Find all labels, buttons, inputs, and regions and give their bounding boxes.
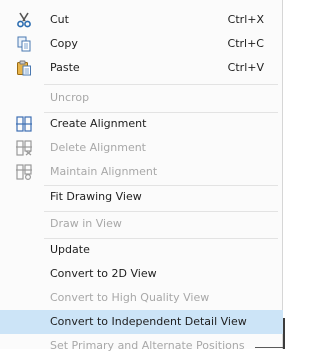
- menu-item-label: Convert to Independent Detail View: [50, 315, 247, 328]
- menu-item-label: Delete Alignment: [50, 141, 146, 154]
- menu-item-label: Fit Drawing View: [50, 190, 142, 203]
- maintain-alignment-icon: [16, 164, 32, 181]
- menu-item-label: Update: [50, 243, 90, 256]
- delete-alignment-icon: [16, 140, 32, 156]
- menu-item-set-primary-alternate[interactable]: Set Primary and Alternate Positions: [0, 334, 283, 358]
- menu-item-label: Uncrop: [50, 91, 90, 104]
- menu-item-uncrop[interactable]: Uncrop: [0, 86, 283, 110]
- menu-item-label: Set Primary and Alternate Positions: [50, 339, 245, 352]
- window-edge-bottom: [255, 347, 283, 348]
- window-edge: [283, 318, 285, 349]
- menu-item-label: Cut: [50, 13, 69, 26]
- menu-separator: [44, 84, 278, 85]
- menu-item-maintain-alignment[interactable]: Maintain Alignment: [0, 160, 283, 184]
- menu-item-label: Draw in View: [50, 217, 122, 230]
- menu-item-draw-in-view[interactable]: Draw in View: [0, 212, 283, 236]
- menu-item-label: Paste: [50, 61, 80, 74]
- menu-item-delete-alignment[interactable]: Delete Alignment: [0, 136, 283, 160]
- shortcut-label: Ctrl+X: [227, 13, 264, 26]
- copy-icon: [16, 36, 32, 52]
- paste-icon: [16, 60, 32, 76]
- menu-item-convert-independent-detail[interactable]: Convert to Independent Detail View: [0, 310, 283, 334]
- menu-item-label: Maintain Alignment: [50, 165, 158, 178]
- menu-item-label: Convert to High Quality View: [50, 291, 210, 304]
- menu-item-paste[interactable]: Paste Ctrl+V: [0, 56, 283, 80]
- menu-item-create-alignment[interactable]: Create Alignment: [0, 112, 283, 136]
- menu-item-copy[interactable]: Copy Ctrl+C: [0, 32, 283, 56]
- menu-item-label: Convert to 2D View: [50, 267, 157, 280]
- menu-item-update[interactable]: Update: [0, 238, 283, 262]
- shortcut-label: Ctrl+C: [227, 37, 264, 50]
- context-menu: Cut Ctrl+X Copy Ctrl+C Paste Ctrl+V Uncr…: [0, 0, 283, 352]
- menu-item-fit-drawing-view[interactable]: Fit Drawing View: [0, 185, 283, 209]
- create-alignment-icon: [16, 116, 32, 132]
- menu-item-cut[interactable]: Cut Ctrl+X: [0, 8, 283, 32]
- menu-item-convert-high-quality[interactable]: Convert to High Quality View: [0, 286, 283, 310]
- menu-item-label: Create Alignment: [50, 117, 147, 130]
- shortcut-label: Ctrl+V: [227, 61, 264, 74]
- menu-item-label: Copy: [50, 37, 78, 50]
- menu-item-convert-2d[interactable]: Convert to 2D View: [0, 262, 283, 286]
- scissors-icon: [16, 12, 32, 28]
